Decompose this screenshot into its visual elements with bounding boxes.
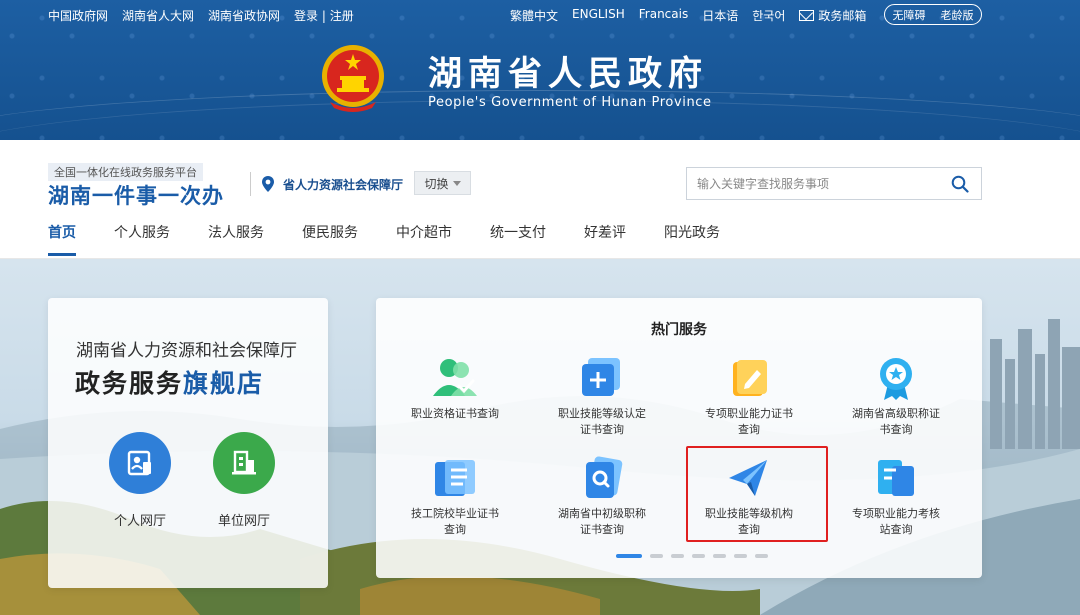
- switch-department-button[interactable]: 切换: [414, 171, 471, 195]
- carousel-pagination: [616, 554, 768, 558]
- main-nav: 首页 个人服务 法人服务 便民服务 中介超市 统一支付 好差评 阳光政务: [48, 222, 758, 258]
- divider: [250, 172, 251, 196]
- unit-hall-circle: [213, 432, 275, 494]
- mail-icon: [799, 10, 815, 21]
- service-special-ability-cert[interactable]: 专项职业能力证书 查询: [684, 356, 814, 438]
- certificate-plus-icon: [582, 358, 620, 396]
- link-hunan-npc[interactable]: 湖南省人大网: [122, 7, 194, 24]
- unit-hall-entry[interactable]: 单位网厅: [204, 432, 284, 529]
- carousel-dot[interactable]: [692, 554, 705, 558]
- service-label: 湖南省中初级职称 证书查询: [537, 506, 667, 538]
- book-edit-icon: [733, 360, 767, 396]
- personal-hall-label: 个人网厅: [113, 514, 166, 529]
- service-technical-school-diploma[interactable]: 技工院校毕业证书 查询: [390, 456, 520, 538]
- service-label: 专项职业能力证书 查询: [684, 406, 814, 438]
- service-label-line: 职业技能等级认定: [558, 407, 646, 420]
- link-china-gov[interactable]: 中国政府网: [48, 7, 108, 24]
- diploma-icon: [435, 460, 475, 496]
- nav-home[interactable]: 首页: [48, 222, 76, 256]
- switch-label: 切换: [424, 176, 449, 191]
- award-star-icon: [880, 358, 912, 400]
- link-gov-mail[interactable]: 政务邮箱: [799, 7, 866, 24]
- link-traditional-chinese[interactable]: 繁體中文: [510, 7, 558, 24]
- personal-hall-circle: [109, 432, 171, 494]
- nav-legal-person-service[interactable]: 法人服务: [208, 222, 264, 256]
- service-qualification-cert[interactable]: 职业资格证书查询: [390, 356, 520, 422]
- location-pin-icon: [262, 176, 274, 192]
- service-label-line: 查询: [738, 423, 760, 436]
- flagship-store-card: 湖南省人力资源和社会保障厅 政务服务旗舰店 个人网厅 单位网厅: [48, 298, 328, 588]
- nav-open-government[interactable]: 阳光政务: [664, 222, 720, 256]
- link-login-register[interactable]: 登录 | 注册: [294, 7, 354, 24]
- search-document-icon: [586, 456, 623, 498]
- link-japanese[interactable]: 日本语: [702, 7, 738, 24]
- service-label-line: 证书查询: [580, 523, 624, 536]
- service-label-line: 职业资格证书查询: [411, 407, 499, 420]
- service-label-line: 湖南省高级职称证: [852, 407, 940, 420]
- carousel-dot[interactable]: [755, 554, 768, 558]
- gov-mail-label: 政务邮箱: [818, 9, 867, 23]
- service-label-line: 查询: [444, 523, 466, 536]
- link-hunan-cppcc[interactable]: 湖南省政协网: [208, 7, 280, 24]
- service-label: 湖南省高级职称证 书查询: [831, 406, 961, 438]
- nav-personal-service[interactable]: 个人服务: [114, 222, 170, 256]
- top-links-left: 中国政府网 湖南省人大网 湖南省政协网 登录 | 注册: [48, 7, 354, 24]
- store-title-prefix: 政务服务: [75, 369, 184, 398]
- highlight-box: [686, 446, 828, 542]
- national-emblem-icon: [322, 45, 384, 112]
- site-subtitle: People's Government of Hunan Province: [428, 95, 712, 110]
- link-korean[interactable]: 한국어: [752, 7, 785, 24]
- form-list-icon: [878, 460, 914, 496]
- service-label-line: 专项职业能力证书: [705, 407, 793, 420]
- service-label-line: 专项职业能力考核: [852, 507, 940, 520]
- top-links-right: 繁體中文 ENGLISH Francais 日本语 한국어 政务邮箱: [510, 7, 866, 24]
- service-assessment-station[interactable]: 专项职业能力考核 站查询: [831, 456, 961, 538]
- link-english[interactable]: ENGLISH: [572, 7, 625, 24]
- carousel-dot[interactable]: [650, 554, 663, 558]
- platform-brand[interactable]: 湖南一件事一次办: [48, 180, 224, 210]
- search-icon[interactable]: [951, 175, 969, 193]
- caret-down-icon: [452, 180, 461, 186]
- store-title-highlight: 旗舰店: [183, 369, 265, 398]
- nav-convenience-service[interactable]: 便民服务: [302, 222, 358, 256]
- service-label-line: 证书查询: [580, 423, 624, 436]
- flagship-store-title: 政务服务旗舰店: [75, 364, 264, 400]
- service-mid-junior-title-cert[interactable]: 湖南省中初级职称 证书查询: [537, 456, 667, 538]
- link-french[interactable]: Francais: [639, 7, 688, 24]
- service-senior-title-cert[interactable]: 湖南省高级职称证 书查询: [831, 356, 961, 438]
- search-input[interactable]: [687, 168, 937, 199]
- carousel-dot[interactable]: [616, 554, 642, 558]
- nav-agency-market[interactable]: 中介超市: [396, 222, 452, 256]
- barrier-free-button[interactable]: 无障碍: [893, 7, 926, 23]
- platform-tag: 全国一体化在线政务服务平台: [48, 163, 203, 181]
- accessibility-toggle: 无障碍 老龄版: [884, 4, 982, 25]
- service-label-line: 站查询: [879, 523, 913, 536]
- site-title: 湖南省人民政府: [428, 54, 708, 94]
- id-card-icon: [127, 450, 151, 476]
- service-label: 职业技能等级认定 证书查询: [537, 406, 667, 438]
- service-skill-level-cert[interactable]: 职业技能等级认定 证书查询: [537, 356, 667, 438]
- service-label: 专项职业能力考核 站查询: [831, 506, 961, 538]
- service-label-line: 技工院校毕业证书: [411, 507, 499, 520]
- carousel-dot[interactable]: [713, 554, 726, 558]
- search-box: [686, 167, 982, 200]
- nav-review[interactable]: 好差评: [584, 222, 626, 256]
- carousel-dot[interactable]: [671, 554, 684, 558]
- unit-hall-label: 单位网厅: [217, 514, 270, 529]
- nav-unified-payment[interactable]: 统一支付: [490, 222, 546, 256]
- hot-services-card: 热门服务 职业资格证书查询 职业技能等级认定证书查询 专项职业能力证书查询: [376, 298, 982, 578]
- people-check-icon: [433, 359, 477, 396]
- service-label: 职业资格证书查询: [390, 406, 520, 422]
- department-name: 湖南省人力资源和社会保障厅: [76, 341, 297, 361]
- carousel-dot[interactable]: [734, 554, 747, 558]
- site-header: 中国政府网 湖南省人大网 湖南省政协网 登录 | 注册 繁體中文 ENGLISH…: [0, 0, 1080, 140]
- service-label-line: 湖南省中初级职称: [558, 507, 646, 520]
- service-label: 技工院校毕业证书 查询: [390, 506, 520, 538]
- building-icon: [232, 450, 256, 475]
- elderly-mode-button[interactable]: 老龄版: [941, 7, 974, 23]
- service-label-line: 书查询: [879, 423, 913, 436]
- current-department: 省人力资源社会保障厅: [283, 178, 404, 192]
- hot-services-title: 热门服务: [651, 322, 707, 338]
- personal-hall-entry[interactable]: 个人网厅: [100, 432, 180, 529]
